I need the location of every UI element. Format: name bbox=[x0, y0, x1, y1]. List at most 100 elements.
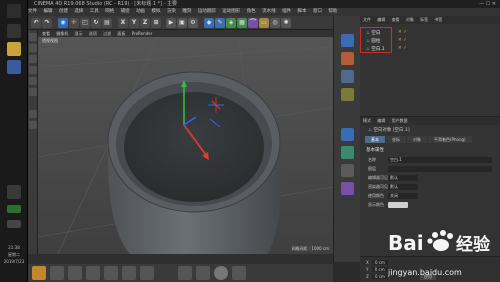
viewport-menu-display[interactable]: 显示 bbox=[75, 31, 83, 36]
menu-window[interactable]: 窗口 bbox=[313, 9, 322, 14]
render-visible-select[interactable]: 默认 bbox=[388, 184, 418, 190]
scale-tool-icon[interactable]: ◰ bbox=[80, 18, 90, 28]
menu-render[interactable]: 渲染 bbox=[167, 9, 176, 14]
record-key-icon[interactable] bbox=[32, 266, 46, 280]
om-menu-objects[interactable]: 对象 bbox=[406, 17, 414, 22]
auto-key-icon[interactable] bbox=[140, 266, 154, 280]
viewport-menu-panel[interactable]: 面板 bbox=[117, 31, 125, 36]
rotate-tool-icon[interactable]: ↻ bbox=[91, 18, 101, 28]
tab-phong[interactable]: 平滑着色(Phong) bbox=[428, 136, 472, 143]
menu-snap[interactable]: 捕捉 bbox=[121, 9, 130, 14]
viewport-scene[interactable] bbox=[38, 37, 333, 254]
visibility-toggles[interactable]: ✕ ✓ bbox=[398, 30, 407, 35]
menu-select[interactable]: 选择 bbox=[74, 9, 83, 14]
workplane-icon[interactable] bbox=[29, 121, 37, 129]
recent-tools-icon[interactable]: ▤ bbox=[102, 18, 112, 28]
keyframe-icon[interactable] bbox=[122, 266, 136, 280]
visibility-toggles[interactable]: ✕ ✓ bbox=[398, 46, 407, 51]
camera-icon[interactable]: ◎ bbox=[270, 18, 280, 28]
name-field[interactable]: 空白.1 bbox=[388, 157, 492, 163]
coordinates-tab-icon[interactable] bbox=[341, 164, 354, 177]
render-settings-icon[interactable]: ⚙ bbox=[188, 18, 198, 28]
takes-tab-icon[interactable] bbox=[341, 146, 354, 159]
snap-icon[interactable] bbox=[29, 110, 37, 118]
om-menu-view[interactable]: 查看 bbox=[392, 17, 400, 22]
viewport-menu-filter[interactable]: 过滤 bbox=[103, 31, 111, 36]
redo-icon[interactable]: ↷ bbox=[42, 18, 52, 28]
object-manager-tab-icon[interactable] bbox=[341, 34, 354, 47]
materials-tab-icon[interactable] bbox=[341, 182, 354, 195]
floor-icon[interactable]: ▭ bbox=[259, 18, 269, 28]
viewport-menu-cameras[interactable]: 摄像机 bbox=[56, 31, 68, 36]
om-menu-bookmarks[interactable]: 书签 bbox=[434, 17, 442, 22]
pen-spline-icon[interactable]: ✎ bbox=[215, 18, 225, 28]
play-icon[interactable] bbox=[68, 266, 82, 280]
coord-x-field[interactable]: 0 cm bbox=[372, 260, 388, 265]
display-color-swatch[interactable] bbox=[388, 202, 408, 208]
menu-edit[interactable]: 编辑 bbox=[43, 9, 52, 14]
tab-coord[interactable]: 坐标 bbox=[386, 136, 406, 143]
attr-menu-mode[interactable]: 模式 bbox=[363, 118, 371, 123]
menu-motion-tracker[interactable]: 运动跟踪 bbox=[198, 9, 216, 14]
coordinate-system-icon[interactable]: ⊞ bbox=[151, 18, 161, 28]
menu-pipeline[interactable]: 流水线 bbox=[262, 9, 276, 14]
menu-file[interactable]: 文件 bbox=[28, 9, 37, 14]
menu-animate[interactable]: 动画 bbox=[136, 9, 145, 14]
undo-icon[interactable]: ↶ bbox=[31, 18, 41, 28]
file-explorer-icon[interactable] bbox=[7, 42, 21, 56]
attributes-tab-icon[interactable] bbox=[341, 128, 354, 141]
window-controls[interactable]: — ☐ ✕ bbox=[479, 0, 496, 8]
live-selection-icon[interactable]: ◉ bbox=[58, 18, 68, 28]
edges-mode-icon[interactable] bbox=[29, 66, 37, 74]
go-to-start-icon[interactable] bbox=[50, 266, 64, 280]
render-view-icon[interactable]: ▶ bbox=[166, 18, 176, 28]
structure-tab-icon[interactable] bbox=[341, 70, 354, 83]
menu-help[interactable]: 帮助 bbox=[328, 9, 337, 14]
attr-menu-edit[interactable]: 编辑 bbox=[377, 118, 385, 123]
render-picture-viewer-icon[interactable]: ▣ bbox=[177, 18, 187, 28]
checker-icon[interactable] bbox=[214, 266, 228, 280]
subdivision-icon[interactable]: ◈ bbox=[226, 18, 236, 28]
light-icon[interactable]: ✺ bbox=[281, 18, 291, 28]
menu-plugins[interactable]: 插件 bbox=[282, 9, 291, 14]
axis-x-lock[interactable]: X bbox=[118, 18, 128, 28]
battery-icon[interactable] bbox=[7, 205, 21, 213]
menu-character[interactable]: 角色 bbox=[247, 9, 256, 14]
axis-mode-icon[interactable] bbox=[29, 88, 37, 96]
menu-script[interactable]: 脚本 bbox=[298, 9, 307, 14]
texture-mode-icon[interactable] bbox=[29, 44, 37, 52]
bend-deformer-icon[interactable]: ⌒ bbox=[248, 18, 258, 28]
axis-z-lock[interactable]: Z bbox=[140, 18, 150, 28]
go-to-end-icon[interactable] bbox=[86, 266, 100, 280]
om-menu-tags[interactable]: 标签 bbox=[420, 17, 428, 22]
array-icon[interactable]: ▦ bbox=[237, 18, 247, 28]
dope-sheet-icon[interactable] bbox=[232, 266, 246, 280]
loop-icon[interactable] bbox=[104, 266, 118, 280]
network-icon[interactable] bbox=[7, 220, 21, 228]
motion-icon[interactable] bbox=[196, 266, 210, 280]
menu-mograph[interactable]: 运动图形 bbox=[222, 9, 240, 14]
menu-create[interactable]: 创建 bbox=[59, 9, 68, 14]
scheme-icon[interactable] bbox=[178, 266, 192, 280]
viewport-menu-view[interactable]: 查看 bbox=[42, 31, 50, 36]
menu-sculpt[interactable]: 雕刻 bbox=[182, 9, 191, 14]
cinema4d-app-icon[interactable] bbox=[7, 60, 21, 74]
tab-basic[interactable]: 基本 bbox=[365, 136, 385, 143]
coord-z-field[interactable]: 0 cm bbox=[372, 274, 388, 279]
search-icon[interactable] bbox=[7, 24, 21, 38]
cube-primitive-icon[interactable]: ◆ bbox=[204, 18, 214, 28]
3d-viewport[interactable]: 透视视图 网格间距 : 1000 cm bbox=[38, 37, 333, 254]
attr-menu-user-data[interactable]: 用户数据 bbox=[392, 118, 408, 123]
axis-y-lock[interactable]: Y bbox=[129, 18, 139, 28]
layers-tab-icon[interactable] bbox=[341, 88, 354, 101]
visibility-toggles[interactable]: ✕ ✓ bbox=[398, 38, 407, 43]
menu-tools[interactable]: 工具 bbox=[90, 9, 99, 14]
tray-icon[interactable] bbox=[7, 185, 21, 199]
points-mode-icon[interactable] bbox=[29, 55, 37, 63]
om-menu-file[interactable]: 文件 bbox=[363, 17, 371, 22]
viewport-menu-prorender[interactable]: ProRender bbox=[132, 31, 153, 36]
model-mode-icon[interactable] bbox=[29, 33, 37, 41]
move-tool-icon[interactable]: ✛ bbox=[69, 18, 79, 28]
layer-field[interactable] bbox=[388, 166, 492, 172]
menu-mesh[interactable]: 网格 bbox=[105, 9, 114, 14]
